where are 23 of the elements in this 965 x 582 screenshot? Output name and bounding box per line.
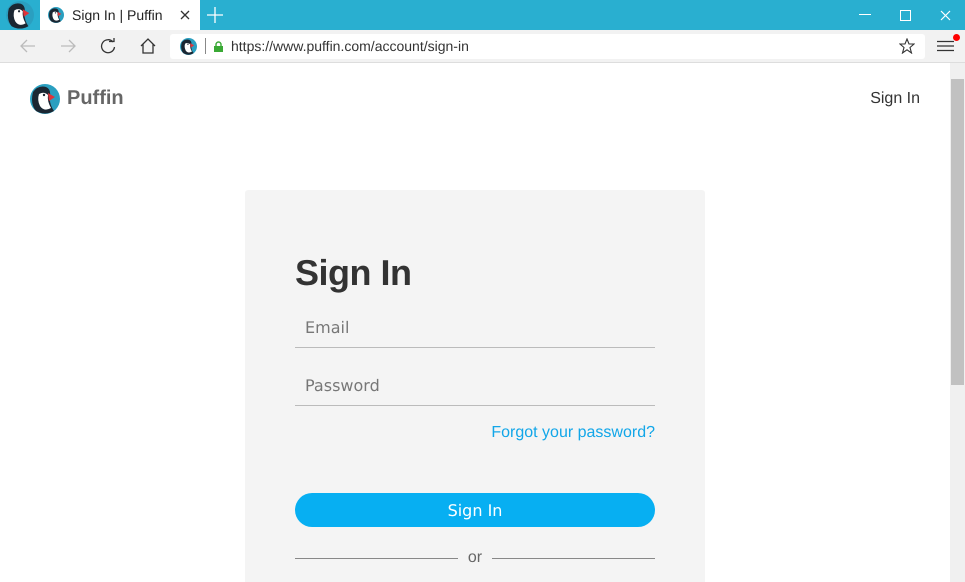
home-icon[interactable] (140, 38, 156, 54)
puffin-site-icon (180, 38, 197, 54)
star-icon[interactable] (899, 38, 915, 54)
form-title: Sign In (295, 252, 412, 294)
maximize-icon[interactable] (900, 10, 910, 20)
reload-icon[interactable] (100, 38, 116, 54)
address-bar[interactable]: https://www.puffin.com/account/sign-in (170, 34, 925, 58)
puffin-favicon-icon (48, 7, 64, 23)
browser-tab[interactable]: Sign In | Puffin (40, 0, 200, 30)
close-icon[interactable] (180, 10, 190, 20)
brand-name[interactable]: Puffin (67, 87, 124, 110)
minimize-icon[interactable] (859, 14, 871, 16)
url-text: https://www.puffin.com/account/sign-in (231, 38, 470, 54)
puffin-logo-icon[interactable] (6, 1, 34, 29)
scrollbar[interactable] (950, 63, 965, 582)
sign-in-link[interactable]: Sign In (870, 90, 920, 108)
menu-icon[interactable] (936, 40, 954, 52)
input-field[interactable]: Password (295, 366, 655, 406)
input-field[interactable]: Email (295, 308, 655, 348)
puffin-logo-icon[interactable] (30, 84, 60, 114)
divider-text: or (468, 549, 482, 567)
lock-icon (214, 40, 223, 52)
plus-icon[interactable] (207, 7, 223, 23)
